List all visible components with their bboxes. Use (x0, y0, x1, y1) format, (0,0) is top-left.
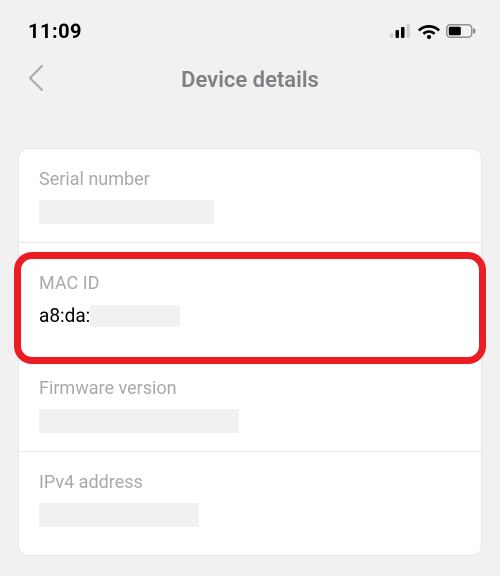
details-card: Serial number MAC ID a8:da: Firmware ver… (18, 148, 482, 556)
mac-row: MAC ID a8:da: (19, 243, 481, 358)
status-bar: 11:09 (0, 0, 500, 50)
wifi-icon (418, 23, 440, 39)
firmware-value-redacted (39, 409, 239, 433)
nav-header: Device details (0, 50, 500, 110)
mac-value-redacted (90, 305, 180, 327)
mac-value: a8:da: (39, 304, 461, 327)
battery-icon (446, 24, 476, 38)
serial-row: Serial number (19, 149, 481, 243)
ipv4-value-redacted (39, 503, 199, 527)
page-title: Device details (18, 68, 482, 93)
firmware-row: Firmware version (19, 358, 481, 452)
back-button[interactable] (24, 60, 48, 100)
serial-label: Serial number (39, 169, 461, 190)
ipv4-row: IPv4 address (19, 452, 481, 555)
status-time: 11:09 (28, 19, 82, 43)
status-icons (390, 23, 476, 39)
mac-value-prefix: a8:da: (39, 304, 90, 327)
firmware-label: Firmware version (39, 378, 461, 399)
serial-value-redacted (39, 200, 214, 224)
cellular-icon (390, 24, 412, 38)
ipv4-label: IPv4 address (39, 472, 461, 493)
chevron-left-icon (28, 64, 44, 92)
mac-label: MAC ID (39, 273, 461, 294)
